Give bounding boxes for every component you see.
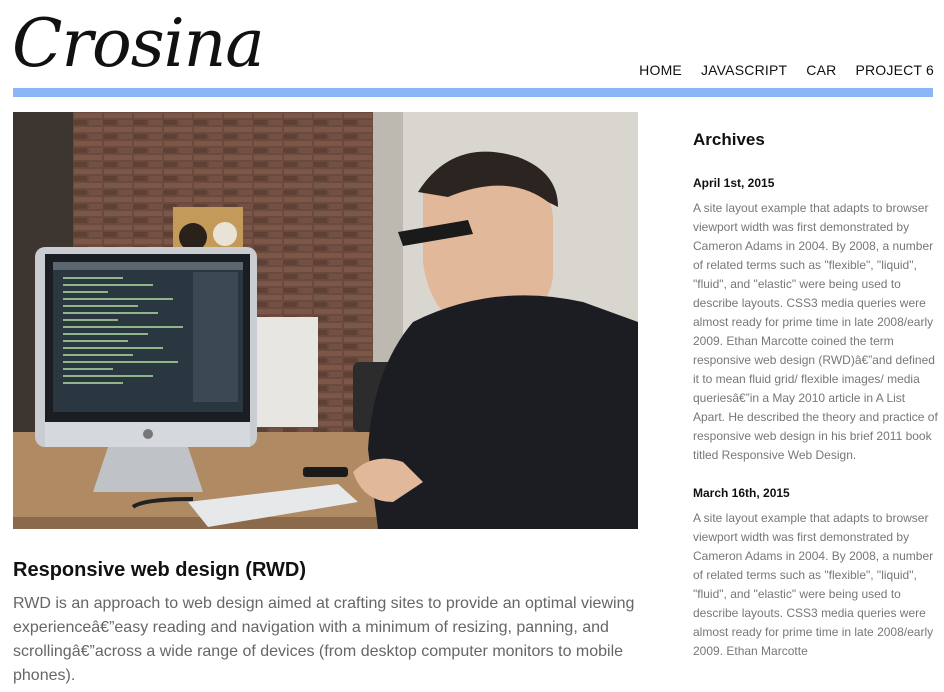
archive-entry: April 1st, 2015 A site layout example th…: [693, 176, 938, 465]
site-logo[interactable]: Crosina: [12, 4, 265, 84]
archive-entry-date[interactable]: April 1st, 2015: [693, 176, 938, 190]
post-body: RWD is an approach to web design aimed a…: [13, 595, 635, 684]
archive-entry-date[interactable]: March 16th, 2015: [693, 486, 938, 500]
archive-entry-text: A site layout example that adapts to bro…: [693, 511, 934, 658]
header-accent-bar: [13, 88, 933, 97]
hero-image: [13, 112, 638, 529]
archives-sidebar: Archives April 1st, 2015 A site layout e…: [693, 130, 938, 682]
nav-project-6[interactable]: PROJECT 6: [855, 62, 934, 78]
main-nav: HOME JAVASCRIPT CAR PROJECT 6: [639, 62, 934, 78]
nav-home[interactable]: HOME: [639, 62, 682, 78]
hero-illustration: [13, 112, 638, 529]
archive-entry-text: A site layout example that adapts to bro…: [693, 201, 938, 462]
archive-entry: March 16th, 2015 A site layout example t…: [693, 486, 938, 661]
archives-heading: Archives: [693, 130, 765, 149]
post-title: Responsive web design (RWD): [13, 559, 307, 581]
nav-javascript[interactable]: JAVASCRIPT: [701, 62, 787, 78]
nav-car[interactable]: CAR: [806, 62, 836, 78]
